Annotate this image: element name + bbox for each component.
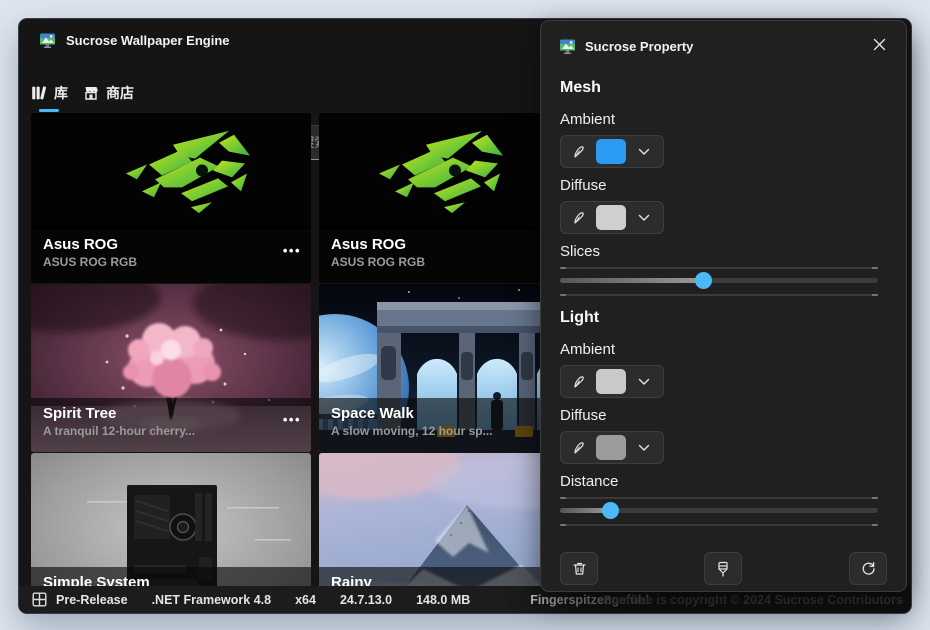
delete-button[interactable]	[560, 552, 598, 585]
reset-button[interactable]	[849, 552, 887, 585]
slider-track[interactable]	[560, 508, 878, 513]
status-arch: x64	[295, 593, 316, 607]
pen-button[interactable]	[561, 432, 596, 463]
slider-thumb[interactable]	[695, 272, 712, 289]
pen-button[interactable]	[561, 202, 596, 233]
light-ambient-swatch[interactable]	[596, 369, 626, 394]
pen-icon	[572, 441, 586, 455]
card-title: Spirit Tree	[43, 404, 299, 423]
light-ambient-color-control	[560, 365, 664, 398]
mesh-ambient-label: Ambient	[560, 111, 615, 128]
light-ambient-label: Ambient	[560, 341, 615, 358]
mesh-ambient-color-control	[560, 135, 664, 168]
panel-title: Sucrose Property	[585, 39, 693, 54]
light-diffuse-swatch[interactable]	[596, 435, 626, 460]
slider-fill	[560, 278, 703, 283]
beta-grid-icon	[32, 592, 47, 607]
slices-label: Slices	[560, 243, 600, 260]
wallpaper-card[interactable]: Spirit Tree A tranquil 12-hour cherry...…	[31, 284, 311, 452]
status-version: 24.7.13.0	[340, 593, 392, 607]
color-dropdown-button[interactable]	[626, 202, 661, 233]
pen-icon	[572, 375, 586, 389]
light-diffuse-label: Diffuse	[560, 407, 606, 424]
chevron-down-icon	[638, 214, 650, 222]
status-framework: .NET Framework 4.8	[152, 593, 272, 607]
mesh-diffuse-color-control	[560, 201, 664, 234]
light-section-header: Light	[560, 309, 599, 327]
color-dropdown-button[interactable]	[626, 366, 661, 397]
slices-slider[interactable]	[560, 265, 878, 299]
wallpaper-card[interactable]: Asus ROG ASUS ROG RGB •••	[31, 113, 311, 283]
status-copyright: Sucrose is copyright © 2024 Sucrose Cont…	[603, 593, 903, 607]
asus-rog-thumbnail	[31, 113, 311, 227]
close-button[interactable]	[862, 29, 896, 59]
pen-icon	[572, 211, 586, 225]
light-diffuse-color-control	[560, 431, 664, 464]
reset-icon	[861, 561, 876, 576]
more-options-icon[interactable]: •••	[283, 243, 301, 258]
mesh-diffuse-swatch[interactable]	[596, 205, 626, 230]
pin-button[interactable]	[704, 552, 742, 585]
trash-icon	[572, 561, 587, 576]
card-subtitle: ASUS ROG RGB	[43, 254, 299, 270]
chevron-down-icon	[638, 444, 650, 452]
slider-thumb[interactable]	[602, 502, 619, 519]
color-dropdown-button[interactable]	[626, 432, 661, 463]
status-memory: 148.0 MB	[416, 593, 470, 607]
pen-button[interactable]	[561, 136, 596, 167]
mesh-ambient-swatch[interactable]	[596, 139, 626, 164]
close-icon	[873, 38, 886, 51]
color-dropdown-button[interactable]	[626, 136, 661, 167]
slider-tick-line	[560, 267, 878, 269]
slider-track[interactable]	[560, 278, 878, 283]
slider-tick-line	[560, 294, 878, 296]
pen-icon	[572, 145, 586, 159]
slider-tick-line	[560, 524, 878, 526]
pin-icon	[716, 561, 730, 577]
slider-tick-line	[560, 497, 878, 499]
mesh-diffuse-label: Diffuse	[560, 177, 606, 194]
mesh-section-header: Mesh	[560, 79, 601, 97]
pen-button[interactable]	[561, 366, 596, 397]
more-options-icon[interactable]: •••	[283, 412, 301, 427]
panel-app-icon	[559, 38, 576, 55]
card-subtitle: A tranquil 12-hour cherry...	[43, 423, 299, 439]
card-title: Asus ROG	[43, 235, 299, 254]
distance-label: Distance	[560, 473, 618, 490]
status-release: Pre-Release	[56, 593, 128, 607]
property-panel: Sucrose Property Mesh Ambient Diffuse	[540, 20, 907, 592]
chevron-down-icon	[638, 148, 650, 156]
chevron-down-icon	[638, 378, 650, 386]
distance-slider[interactable]	[560, 495, 878, 529]
